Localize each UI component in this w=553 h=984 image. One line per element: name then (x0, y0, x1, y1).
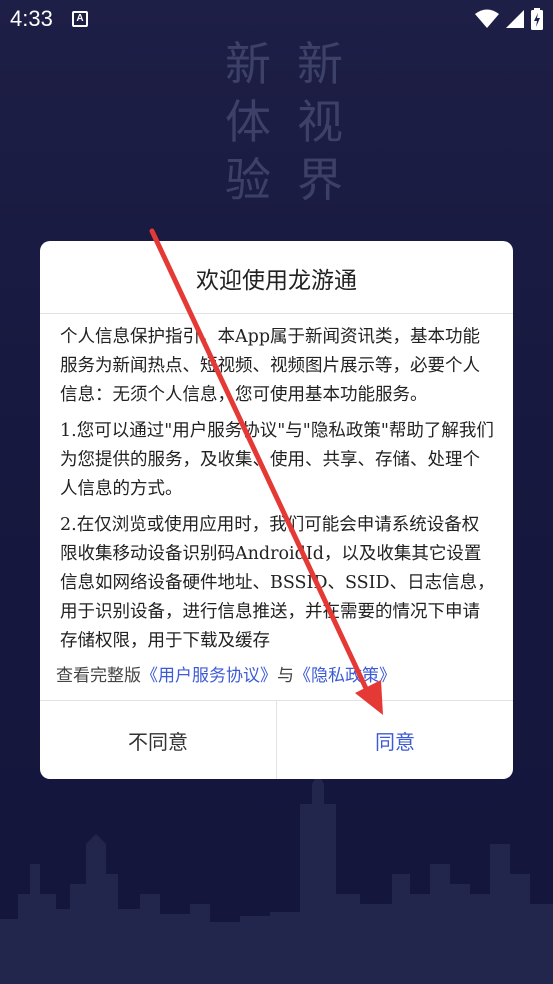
dialog-title: 欢迎使用龙游通 (196, 268, 357, 294)
user-agreement-link[interactable]: 《用户服务协议》 (141, 666, 277, 686)
body-paragraph: 1.您可以通过"用户服务协议"与"隐私政策"帮助了解我们为您提供的服务，及收集、… (60, 421, 494, 499)
status-icons (475, 8, 543, 30)
view-full-agreements: 查看完整版《用户服务协议》与《隐私政策》 (56, 661, 506, 691)
view-full-prefix: 查看完整版 (56, 666, 141, 686)
body-paragraph: 2.在仅浏览或使用应用时，我们可能会申请系统设备权限收集移动设备识别码Andro… (60, 515, 495, 651)
conjunction-text: 与 (277, 666, 294, 686)
disagree-button[interactable]: 不同意 (40, 701, 277, 779)
body-paragraph: 个人信息保护指引，本App属于新闻资讯类，基本功能服务为新闻热点、短视频、视频图… (60, 327, 481, 405)
dialog-button-row: 不同意 同意 (40, 701, 513, 779)
dialog-body[interactable]: 个人信息保护指引，本App属于新闻资讯类，基本功能服务为新闻热点、短视频、视频图… (60, 323, 495, 653)
signal-icon (506, 10, 524, 28)
a-icon: A (72, 11, 88, 27)
privacy-policy-link[interactable]: 《隐私政策》 (294, 666, 396, 686)
title-divider (40, 313, 513, 314)
status-time: 4:33 (10, 6, 53, 31)
battery-charging-icon (531, 8, 543, 30)
privacy-consent-dialog: 欢迎使用龙游通 个人信息保护指引，本App属于新闻资讯类，基本功能服务为新闻热点… (40, 241, 513, 779)
agree-button[interactable]: 同意 (277, 701, 513, 779)
wifi-icon (475, 9, 499, 28)
status-bar: 4:33 A (0, 0, 553, 38)
